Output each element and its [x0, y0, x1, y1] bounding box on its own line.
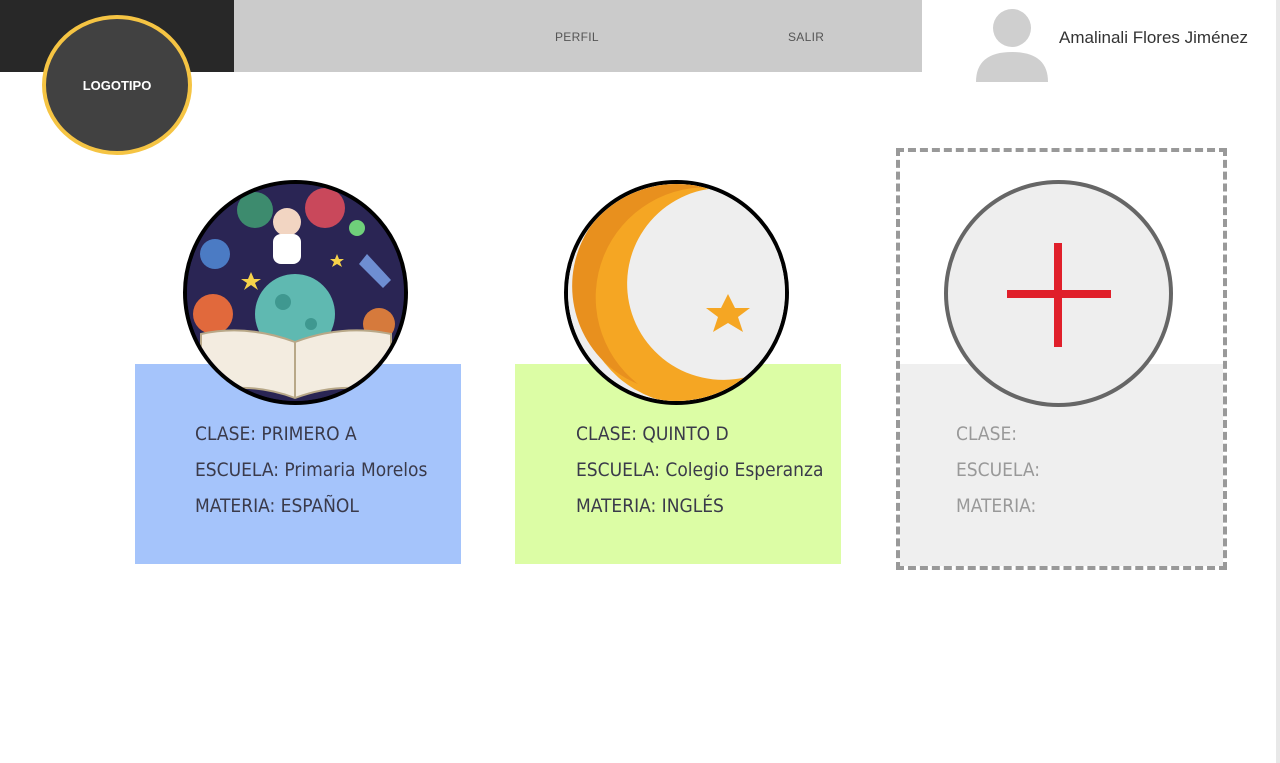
new-card-subject-label: MATERIA: [956, 495, 1037, 517]
crescent-moon-star-icon [564, 180, 789, 405]
new-card-text: CLASE: ESCUELA: MATERIA: [956, 416, 1040, 524]
card-school-label: ESCUELA: Primaria Morelos [195, 459, 428, 481]
card-subject-label: MATERIA: INGLÉS [576, 495, 724, 517]
new-card-class-label: CLASE: [956, 423, 1017, 445]
card-2-text: CLASE: QUINTO D ESCUELA: Colegio Esperan… [576, 416, 823, 524]
card-school-label: ESCUELA: Colegio Esperanza [576, 459, 824, 481]
nav-logout-link[interactable]: SALIR [788, 30, 824, 44]
user-avatar-icon[interactable] [974, 8, 1050, 82]
card-subject-label: MATERIA: ESPAÑOL [195, 495, 359, 517]
scrollbar[interactable] [1276, 0, 1280, 763]
logo-text: LOGOTIPO [82, 77, 152, 93]
add-class-button[interactable] [944, 180, 1173, 407]
card-class-label: CLASE: PRIMERO A [195, 423, 357, 445]
astronaut-book-illustration [183, 180, 408, 405]
logo[interactable]: LOGOTIPO [42, 15, 192, 155]
plus-icon [1007, 243, 1111, 347]
nav-profile-link[interactable]: PERFIL [555, 30, 599, 44]
user-name[interactable]: Amalinali Flores Jiménez [1059, 28, 1248, 48]
card-class-label: CLASE: QUINTO D [576, 423, 729, 445]
card-1-text: CLASE: PRIMERO A ESCUELA: Primaria Morel… [195, 416, 427, 524]
new-card-school-label: ESCUELA: [956, 459, 1040, 481]
